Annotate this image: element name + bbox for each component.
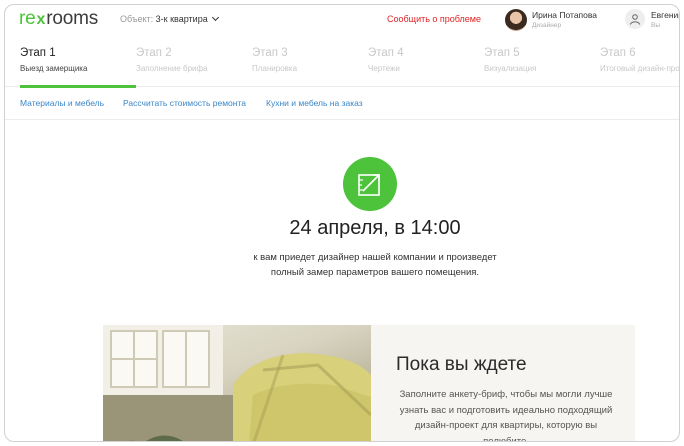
object-selector[interactable]: Объект: 3-к квартира bbox=[120, 13, 220, 24]
user-name: Евгений bbox=[651, 10, 680, 20]
designer-avatar bbox=[505, 9, 527, 31]
user-role: Вы bbox=[651, 22, 661, 29]
designer-profile[interactable]: Ирина Потапова Дизайнер bbox=[505, 9, 615, 31]
user-avatar bbox=[625, 9, 645, 29]
tab-stage-4[interactable]: Этап 4 Чертежи bbox=[353, 39, 469, 87]
tab-stage-1[interactable]: Этап 1 Выезд замерщика bbox=[5, 39, 136, 88]
tab-stage-3[interactable]: Этап 3 Планировка bbox=[237, 39, 353, 87]
visit-description: к вам приедет дизайнер нашей компании и … bbox=[253, 252, 497, 278]
designer-name: Ирина Потапова bbox=[532, 10, 598, 20]
ruler-measure-icon bbox=[358, 174, 380, 196]
object-label: Объект: bbox=[120, 14, 154, 24]
tab-stage-6[interactable]: Этап 6 Итоговый дизайн-проект bbox=[585, 39, 679, 87]
measurement-badge bbox=[343, 157, 397, 211]
chevron-down-icon bbox=[212, 13, 220, 22]
logo-mark-icon: x bbox=[36, 11, 46, 28]
interior-photo bbox=[103, 325, 371, 441]
link-custom-kitchens[interactable]: Кухни и мебель на заказ bbox=[266, 98, 363, 108]
card-title: Пока вы ждете bbox=[396, 354, 527, 375]
user-profile[interactable]: Евгений Вы bbox=[625, 9, 680, 31]
waiting-card: Пока вы ждете Заполните анкету-бриф, что… bbox=[103, 325, 635, 442]
report-problem-link[interactable]: Сообщить о проблеме bbox=[387, 14, 481, 24]
object-value: 3-к квартира bbox=[155, 14, 208, 24]
top-bar: rexrooms Объект: 3-к квартира Сообщить о… bbox=[5, 5, 680, 35]
link-materials-furniture[interactable]: Материалы и мебель bbox=[20, 98, 104, 108]
app-window: rexrooms Объект: 3-к квартира Сообщить о… bbox=[4, 4, 680, 442]
logo[interactable]: rexrooms bbox=[19, 8, 98, 30]
card-text: Заполните анкету-бриф, чтобы мы могли лу… bbox=[399, 389, 613, 442]
quick-links: Материалы и мебель Рассчитать стоимость … bbox=[5, 87, 679, 120]
visit-date: 24 апреля, в 14:00 bbox=[289, 217, 461, 239]
link-repair-cost[interactable]: Рассчитать стоимость ремонта bbox=[123, 98, 246, 108]
user-icon bbox=[630, 14, 640, 25]
stage-tabs: Этап 1 Выезд замерщика Этап 2 Заполнение… bbox=[5, 39, 679, 88]
tab-stage-2[interactable]: Этап 2 Заполнение брифа bbox=[121, 39, 237, 87]
tab-stage-5[interactable]: Этап 5 Визуализация bbox=[469, 39, 585, 87]
designer-role: Дизайнер bbox=[532, 22, 562, 29]
